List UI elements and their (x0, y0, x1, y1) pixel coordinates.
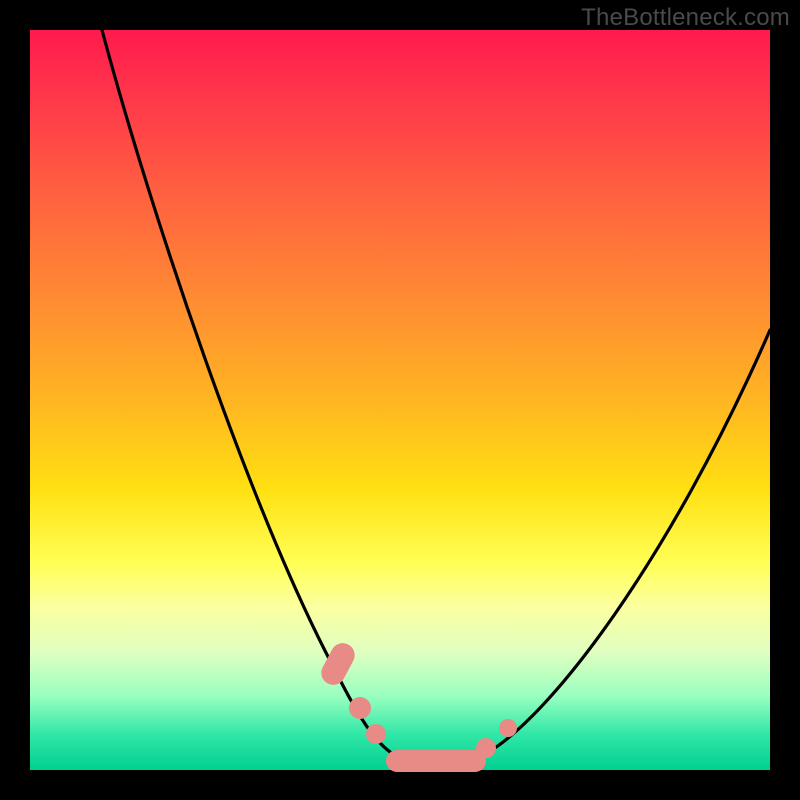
curve-layer (30, 30, 770, 770)
curve-marker (386, 750, 486, 772)
watermark-text: TheBottleneck.com (581, 4, 790, 32)
plot-area (30, 30, 770, 770)
curve-marker (349, 697, 371, 719)
bottleneck-curve (102, 30, 770, 765)
marker-group (317, 639, 517, 772)
curve-marker (499, 719, 517, 737)
curve-marker (476, 738, 496, 758)
chart-frame: TheBottleneck.com (0, 0, 800, 800)
curve-marker (366, 724, 386, 744)
